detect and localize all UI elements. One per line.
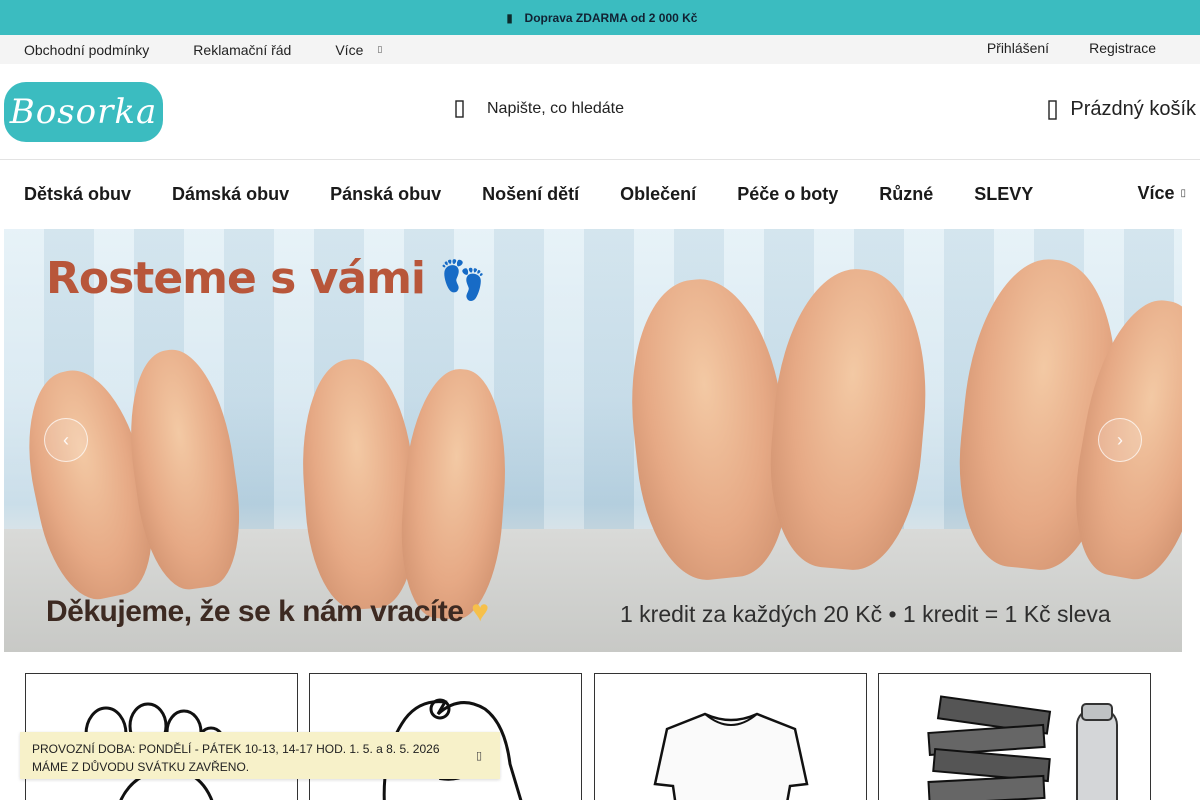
nav-more-menu[interactable]: Více ▯ [1137, 183, 1186, 204]
hero-title-text: Rosteme s vámi [46, 253, 426, 304]
nav-item-kids-shoes[interactable]: Dětská obuv [24, 184, 131, 205]
register-link[interactable]: Registrace [1089, 40, 1156, 56]
search-icon [455, 100, 469, 118]
utility-more-menu[interactable]: Více ▯ [335, 42, 382, 58]
login-link[interactable]: Přihlášení [987, 40, 1049, 56]
category-tile-clothing[interactable] [594, 673, 867, 800]
utility-bar: Obchodní podmínky Reklamační řád Více ▯ … [0, 35, 1200, 64]
hero-thanks: Děkujeme, že se k nám vracíte ♥ [46, 595, 489, 629]
nav-item-shoe-care[interactable]: Péče o boty [737, 184, 838, 205]
chevron-down-icon: ▯ [377, 44, 383, 54]
terms-link[interactable]: Obchodní podmínky [24, 42, 149, 58]
notice-line-1: PROVOZNÍ DOBA: PONDĚLÍ - PÁTEK 10-13, 14… [32, 742, 440, 756]
nav-more-label: Více [1137, 183, 1175, 203]
nav-item-babywearing[interactable]: Nošení dětí [482, 184, 579, 205]
hero-credit-info: 1 kredit za každých 20 Kč • 1 kredit = 1… [620, 601, 1111, 627]
site-header: Bosorka Napište, co hledáte Prázdný koší… [0, 64, 1200, 160]
nav-item-men-shoes[interactable]: Pánská obuv [330, 184, 441, 205]
cart-button[interactable]: Prázdný košík [1048, 98, 1196, 121]
promo-bar: ▮ Doprava ZDARMA od 2 000 Kč [0, 0, 1200, 35]
nav-item-misc[interactable]: Různé [879, 184, 933, 205]
chevron-down-icon: ▯ [1180, 188, 1186, 199]
promo-text: Doprava ZDARMA od 2 000 Kč [524, 10, 698, 25]
books-bottle-icon [927, 695, 1118, 800]
opening-hours-notice: PROVOZNÍ DOBA: PONDĚLÍ - PÁTEK 10-13, 14… [20, 732, 500, 779]
account-links: Přihlášení Registrace [987, 40, 1176, 56]
hero-title: Rosteme s vámi 👣 [46, 253, 487, 304]
heart-icon: ♥ [471, 595, 489, 628]
logo-text: Bosorka [9, 91, 158, 132]
notice-line-2: MÁME Z DŮVODU SVÁTKU ZAVŘENO. [32, 760, 250, 774]
close-icon[interactable]: ▯ [476, 747, 482, 765]
nav-item-clothing[interactable]: Oblečení [620, 184, 696, 205]
search-placeholder: Napište, co hledáte [487, 100, 624, 117]
carousel-next-button[interactable]: › [1098, 418, 1142, 462]
category-nav: Dětská obuv Dámská obuv Pánská obuv Noše… [0, 160, 1200, 228]
category-tile-misc[interactable] [878, 673, 1151, 800]
truck-icon: ▮ [506, 10, 513, 25]
utility-more-label: Více [335, 41, 364, 58]
footprints-icon: 👣 [439, 258, 486, 302]
search-trigger[interactable]: Napište, co hledáte [455, 100, 624, 118]
nav-item-sale[interactable]: SLEVY [974, 184, 1033, 205]
tshirt-icon [653, 712, 809, 800]
carousel-prev-button[interactable]: ‹ [44, 418, 88, 462]
cart-label: Prázdný košík [1070, 98, 1196, 120]
complaints-link[interactable]: Reklamační řád [193, 42, 291, 58]
hero-thanks-text: Děkujeme, že se k nám vracíte [46, 595, 464, 628]
nav-item-women-shoes[interactable]: Dámská obuv [172, 184, 289, 205]
hero-banner[interactable]: Rosteme s vámi 👣 Děkujeme, že se k nám v… [4, 229, 1182, 652]
site-logo[interactable]: Bosorka [4, 81, 163, 142]
cart-icon [1048, 99, 1060, 120]
